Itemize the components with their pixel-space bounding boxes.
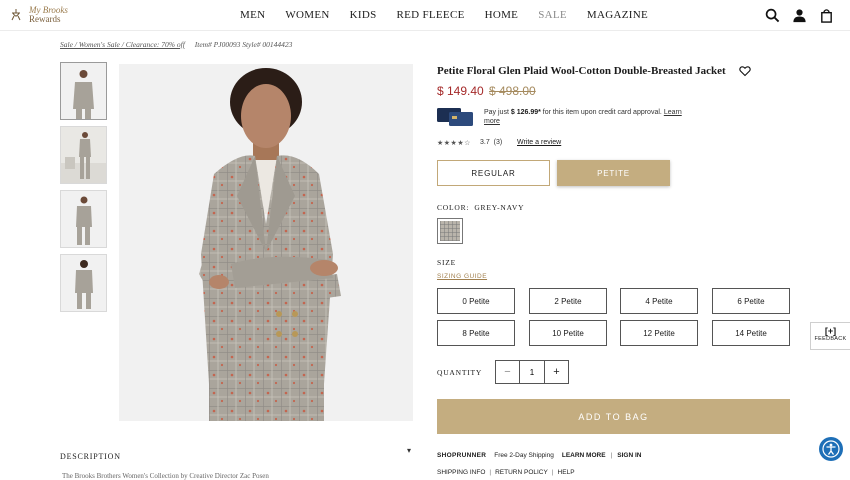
star-rating: ★★★★☆ [437, 140, 471, 147]
size-0-petite[interactable]: 0 Petite [437, 288, 515, 314]
color-swatch-grey-navy[interactable] [437, 218, 463, 244]
quantity-stepper: − + [495, 360, 569, 384]
write-review-link[interactable]: Write a review [517, 139, 561, 146]
size-2-petite[interactable]: 2 Petite [529, 288, 607, 314]
account-icon[interactable] [792, 8, 807, 23]
sizing-guide-link[interactable]: SIZING GUIDE [437, 273, 487, 280]
size-14-petite[interactable]: 14 Petite [712, 320, 790, 346]
credit-card-icon [437, 108, 473, 126]
shipping-info-link[interactable]: SHIPPING INFO [437, 469, 485, 476]
size-12-petite[interactable]: 12 Petite [620, 320, 698, 346]
feedback-icon: [+] [824, 326, 837, 336]
bag-icon[interactable] [819, 8, 834, 23]
chevron-down-icon[interactable]: ▾ [407, 446, 411, 455]
quantity-label: QUANTITY [437, 368, 483, 377]
help-link[interactable]: HELP [558, 469, 575, 476]
nav-item-home[interactable]: HOME [485, 9, 519, 21]
rating-summary: 3.7 (3) [480, 139, 502, 146]
shoprunner-text: Free 2-Day Shipping [494, 452, 554, 459]
credit-text-post: for this item upon credit card approval. [540, 109, 662, 116]
quantity-decrease-button[interactable]: − [496, 361, 520, 383]
thumbnail-full-body[interactable] [60, 126, 107, 184]
accessibility-button[interactable] [819, 437, 843, 461]
description-title: DESCRIPTION [60, 452, 121, 461]
size-4-petite[interactable]: 4 Petite [620, 288, 698, 314]
size-10-petite[interactable]: 10 Petite [529, 320, 607, 346]
description-accordion[interactable]: DESCRIPTION ▾ [60, 446, 413, 462]
nav-item-women[interactable]: WOMEN [285, 9, 329, 21]
size-label: SIZE [437, 258, 457, 267]
fit-petite-button[interactable]: PETITE [557, 160, 670, 186]
quantity-input[interactable] [520, 361, 544, 383]
thumbnail-front-image [61, 63, 106, 119]
shoprunner-logo: SHOPRUNNER [437, 452, 487, 459]
shoprunner-bar: SHOPRUNNER Free 2-Day Shipping LEARN MOR… [437, 452, 646, 459]
item-number: Item# PJ00093 Style# 00144423 [194, 40, 293, 49]
nav-item-magazine[interactable]: MAGAZINE [587, 9, 648, 21]
logo-text: My Brooks Rewards [29, 6, 68, 24]
color-value: GREY-NAVY [474, 203, 525, 212]
credit-amount: $ 126.99* [510, 109, 541, 116]
review-count: (3) [493, 139, 503, 146]
search-icon[interactable] [765, 8, 780, 23]
return-policy-link[interactable]: RETURN POLICY [495, 469, 548, 476]
rating-value: 3.7 [480, 139, 490, 146]
shoprunner-learn-more-link[interactable]: LEARN MORE [562, 452, 606, 459]
shoprunner-sign-in-link[interactable]: SIGN IN [617, 452, 641, 459]
size-6-petite[interactable]: 6 Petite [712, 288, 790, 314]
thumbnail-full-body-image [61, 127, 106, 183]
product-main-image[interactable] [119, 64, 413, 421]
nav-item-red-fleece[interactable]: RED FLEECE [397, 9, 465, 21]
heart-icon[interactable] [739, 65, 751, 77]
feedback-label: FEEDBACK [814, 336, 847, 342]
add-to-bag-button[interactable]: ADD TO BAG [437, 399, 790, 434]
accessibility-icon [822, 440, 840, 458]
policy-separator: | [489, 469, 492, 476]
golden-fleece-icon [11, 9, 21, 21]
model-in-jacket-illustration [119, 64, 413, 421]
logo-line-2: Rewards [29, 14, 61, 24]
policy-links: SHIPPING INFO | RETURN POLICY | HELP [437, 469, 575, 476]
main-nav: MEN WOMEN KIDS RED FLEECE HOME SALE MAGA… [240, 9, 668, 21]
sale-price: $ 149.40 [437, 84, 484, 98]
size-8-petite[interactable]: 8 Petite [437, 320, 515, 346]
thumbnail-back[interactable] [60, 254, 107, 312]
original-price: $ 498.00 [489, 84, 536, 98]
product-title: Petite Floral Glen Plaid Wool-Cotton Dou… [437, 65, 726, 77]
nav-item-men[interactable]: MEN [240, 9, 265, 21]
header-icons [765, 8, 834, 23]
color-label-text: COLOR: [437, 203, 470, 212]
rewards-logo[interactable]: My Brooks Rewards [9, 6, 68, 24]
credit-card-offer: Pay just $ 126.99* for this item upon cr… [484, 108, 684, 126]
breadcrumb-path[interactable]: Sale / Women's Sale / Clearance: 70% off [60, 40, 185, 49]
description-preview: The Brooks Brothers Women's Collection b… [62, 472, 269, 480]
thumbnail-front[interactable] [60, 62, 107, 120]
breadcrumb: Sale / Women's Sale / Clearance: 70% off… [60, 40, 292, 49]
thumbnail-side-image [61, 191, 106, 247]
policy-separator: | [551, 469, 554, 476]
color-label: COLOR: GREY-NAVY [437, 203, 524, 212]
nav-item-sale[interactable]: SALE [538, 9, 567, 21]
thumbnail-side[interactable] [60, 190, 107, 248]
quantity-increase-button[interactable]: + [544, 361, 568, 383]
nav-item-kids[interactable]: KIDS [350, 9, 377, 21]
size-options: 0 Petite 2 Petite 4 Petite 6 Petite 8 Pe… [437, 288, 790, 346]
thumbnail-back-image [61, 255, 106, 311]
credit-text-pre: Pay just [484, 109, 511, 116]
site-header: My Brooks Rewards MEN WOMEN KIDS RED FLE… [0, 0, 850, 31]
swatch-pattern [440, 221, 460, 241]
fit-regular-button[interactable]: REGULAR [437, 160, 550, 186]
thumbnail-list [60, 62, 107, 318]
shoprunner-separator: | [610, 452, 613, 459]
feedback-tab[interactable]: [+] FEEDBACK [810, 322, 850, 350]
